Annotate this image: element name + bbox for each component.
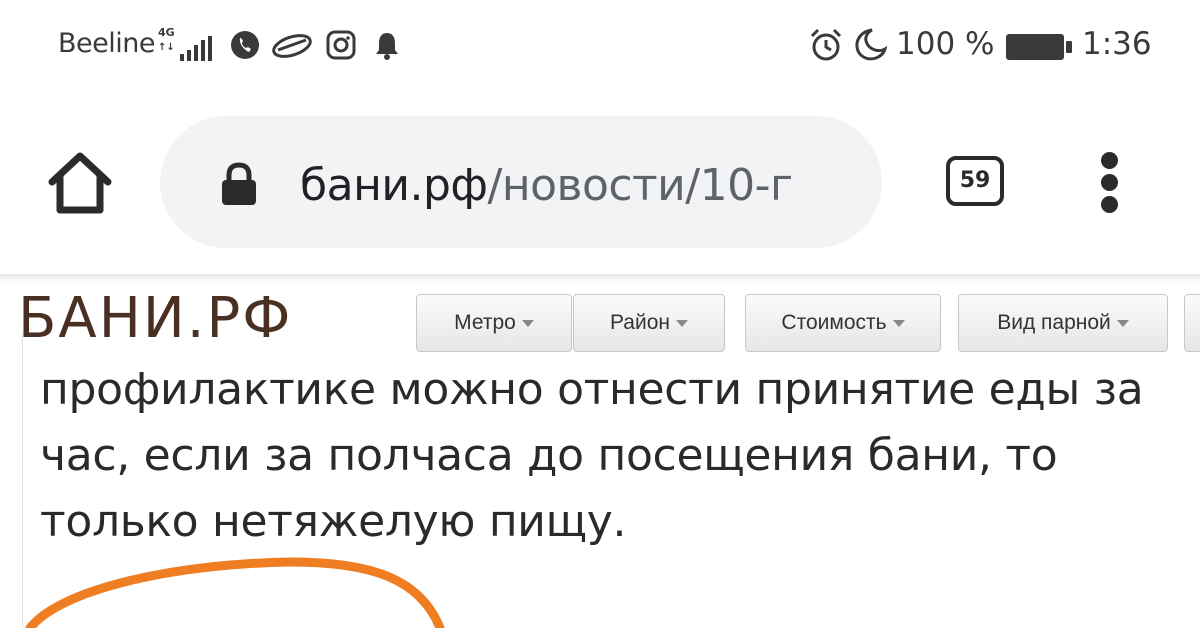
- chevron-down-icon: [676, 319, 688, 327]
- alarm-clock-icon: [810, 28, 842, 61]
- article-line: профилактике можно отнести принятие еды …: [40, 364, 1144, 415]
- address-bar[interactable]: бани.рф/новости/10-г: [160, 116, 882, 248]
- status-bar: Beeline 4G ↑↓ 100 % 1:36: [0, 0, 1200, 92]
- home-icon[interactable]: [44, 150, 116, 216]
- cloud-sync-icon: [272, 34, 312, 58]
- signal-icon: ↑↓: [158, 36, 212, 61]
- toolbar-divider: [0, 274, 1200, 282]
- svg-text:↑↓: ↑↓: [158, 42, 175, 53]
- do-not-disturb-moon-icon: [855, 28, 888, 61]
- url-text: бани.рф/новости/10-г: [300, 160, 860, 211]
- chevron-down-icon: [892, 319, 905, 327]
- chevron-down-icon: [1116, 319, 1129, 327]
- menu-dot: [1101, 174, 1118, 191]
- chevron-down-icon: [521, 319, 534, 327]
- filter-steam-room-dropdown[interactable]: Вид парной: [958, 294, 1168, 352]
- site-logo[interactable]: БАНИ.РФ: [18, 286, 293, 351]
- filter-label: Район: [610, 311, 670, 334]
- url-path: /новости/10-г: [487, 160, 794, 211]
- notification-bell-icon: [376, 33, 398, 60]
- filter-next-dropdown[interactable]: [1184, 294, 1200, 352]
- tab-switcher-button[interactable]: 59: [946, 156, 1004, 206]
- article-line: час, если за полчаса до посещения бани, …: [40, 430, 1058, 481]
- phone-screen: Beeline 4G ↑↓ 100 % 1:36 бани.рф/новости…: [0, 0, 1200, 628]
- phone-call-icon: [231, 31, 259, 59]
- filter-district-dropdown[interactable]: Район: [573, 294, 725, 352]
- orange-highlight-annotation: [25, 557, 445, 628]
- overflow-menu-icon[interactable]: [1096, 152, 1126, 214]
- browser-toolbar: бани.рф/новости/10-г 59: [0, 92, 1200, 274]
- instagram-icon: [326, 30, 356, 60]
- menu-dot: [1101, 196, 1118, 213]
- battery-percent: 100 %: [896, 26, 995, 62]
- clock-time: 1:36: [1082, 26, 1152, 62]
- filter-label: Вид парной: [997, 311, 1111, 334]
- filter-label: Метро: [454, 311, 516, 334]
- lock-icon: [222, 162, 256, 205]
- web-page: БАНИ.РФ Метро Район Стоимость Вид парной…: [0, 282, 1200, 628]
- filter-metro-dropdown[interactable]: Метро: [416, 294, 572, 352]
- filter-label: Стоимость: [781, 311, 887, 334]
- article-line: только нетяжелую пищу.: [40, 496, 627, 547]
- battery-icon: [1006, 34, 1072, 60]
- url-host: бани.рф: [300, 160, 488, 211]
- menu-dot: [1101, 152, 1118, 169]
- carrier-name: Beeline: [58, 28, 155, 59]
- filter-price-dropdown[interactable]: Стоимость: [745, 294, 941, 352]
